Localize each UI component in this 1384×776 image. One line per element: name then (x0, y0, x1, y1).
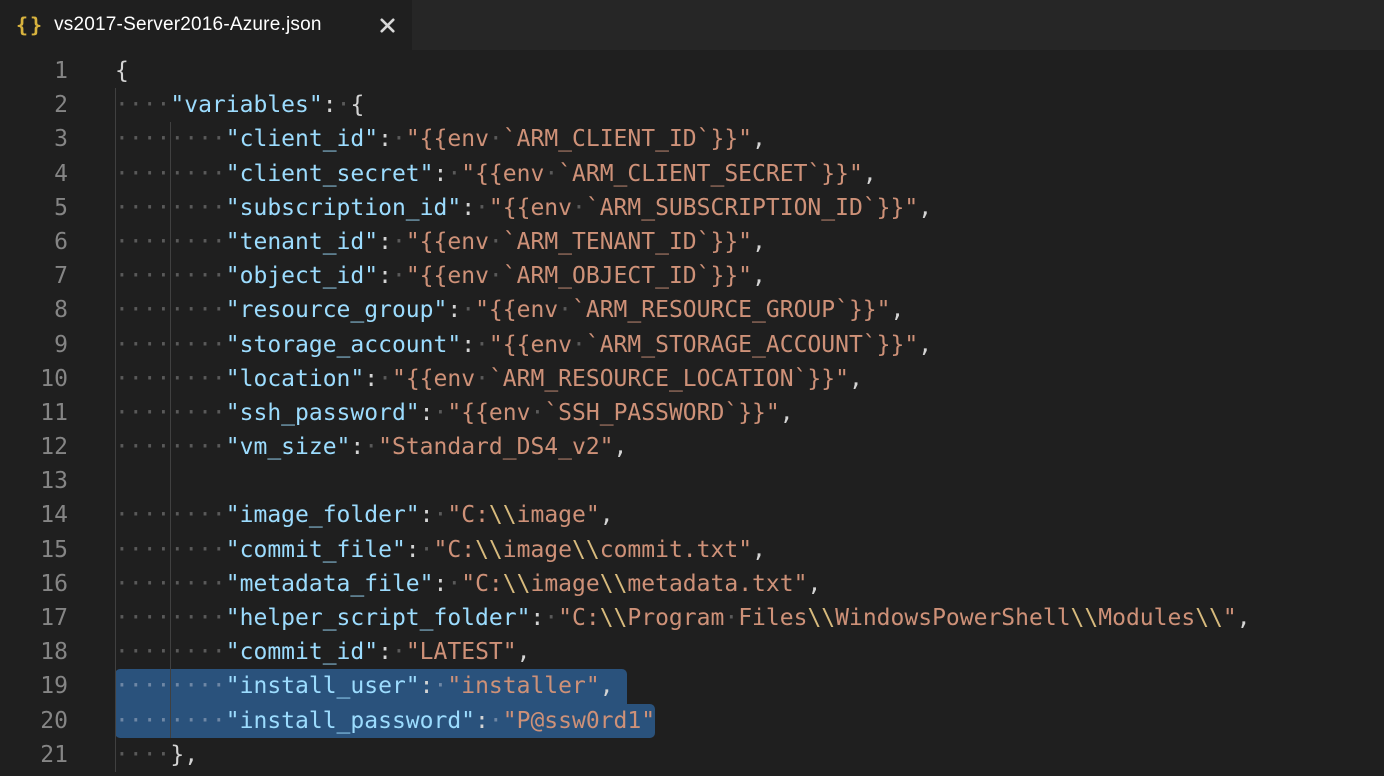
code-text: ········"ssh_password":·"{{env·`SSH_PASS… (68, 396, 794, 430)
editor-tab[interactable]: {} vs2017-Server2016-Azure.json (0, 0, 412, 50)
code-text: ········"helper_script_folder":·"C:\\Pro… (68, 601, 1251, 635)
code-text: ········"object_id":·"{{env·`ARM_OBJECT_… (68, 259, 766, 293)
code-line[interactable]: 10········"location":·"{{env·`ARM_RESOUR… (0, 362, 1384, 396)
code-line[interactable]: 13 (0, 464, 1384, 498)
line-number[interactable]: 9 (0, 328, 68, 362)
tab-close-button[interactable] (372, 10, 402, 40)
line-number[interactable]: 13 (0, 464, 68, 498)
indent-guide (115, 88, 116, 772)
code-text: ········"image_folder":·"C:\\image", (68, 498, 614, 532)
close-icon (379, 17, 396, 34)
code-line[interactable]: 4········"client_secret":·"{{env·`ARM_CL… (0, 157, 1384, 191)
code-text: ········"storage_account":·"{{env·`ARM_S… (68, 328, 932, 362)
code-line[interactable]: 2····"variables":·{ (0, 88, 1384, 122)
vscode-window: {} vs2017-Server2016-Azure.json 1{2····"… (0, 0, 1384, 776)
line-number[interactable]: 21 (0, 738, 68, 772)
code-line[interactable]: 19········"install_user":·"installer", (0, 669, 1384, 703)
code-line[interactable]: 17········"helper_script_folder":·"C:\\P… (0, 601, 1384, 635)
line-number[interactable]: 1 (0, 54, 68, 88)
code-line[interactable]: 6········"tenant_id":·"{{env·`ARM_TENANT… (0, 225, 1384, 259)
code-text (68, 464, 115, 498)
code-lines: 1{2····"variables":·{3········"client_id… (0, 54, 1384, 772)
code-text: ········"commit_id":·"LATEST", (68, 635, 530, 669)
line-number[interactable]: 11 (0, 396, 68, 430)
code-line[interactable]: 12········"vm_size":·"Standard_DS4_v2", (0, 430, 1384, 464)
code-editor[interactable]: 1{2····"variables":·{3········"client_id… (0, 50, 1384, 776)
code-line[interactable]: 16········"metadata_file":·"C:\\image\\m… (0, 567, 1384, 601)
code-text: ········"commit_file":·"C:\\image\\commi… (68, 533, 766, 567)
code-text: ········"resource_group":·"{{env·`ARM_RE… (68, 293, 904, 327)
code-line[interactable]: 5········"subscription_id":·"{{env·`ARM_… (0, 191, 1384, 225)
code-text: ········"subscription_id":·"{{env·`ARM_S… (68, 191, 932, 225)
line-number[interactable]: 12 (0, 430, 68, 464)
code-line[interactable]: 20········"install_password":·"P@ssw0rd1… (0, 704, 1384, 738)
line-number[interactable]: 6 (0, 225, 68, 259)
code-line[interactable]: 7········"object_id":·"{{env·`ARM_OBJECT… (0, 259, 1384, 293)
code-line[interactable]: 21····}, (0, 738, 1384, 772)
tab-filename: vs2017-Server2016-Azure.json (54, 14, 372, 36)
code-text: ········"tenant_id":·"{{env·`ARM_TENANT_… (68, 225, 766, 259)
code-line[interactable]: 14········"image_folder":·"C:\\image", (0, 498, 1384, 532)
code-text: ····}, (68, 738, 198, 772)
tab-bar: {} vs2017-Server2016-Azure.json (0, 0, 1384, 50)
code-line[interactable]: 9········"storage_account":·"{{env·`ARM_… (0, 328, 1384, 362)
code-text: ········"vm_size":·"Standard_DS4_v2", (68, 430, 627, 464)
code-text: { (68, 54, 129, 88)
json-file-icon: {} (16, 13, 44, 37)
line-number[interactable]: 17 (0, 601, 68, 635)
code-line[interactable]: 15········"commit_file":·"C:\\image\\com… (0, 533, 1384, 567)
line-number[interactable]: 3 (0, 122, 68, 156)
code-text: ········"location":·"{{env·`ARM_RESOURCE… (68, 362, 863, 396)
line-number[interactable]: 7 (0, 259, 68, 293)
code-text: ········"install_user":·"installer", (68, 669, 614, 703)
code-text: ········"client_secret":·"{{env·`ARM_CLI… (68, 157, 877, 191)
code-line[interactable]: 8········"resource_group":·"{{env·`ARM_R… (0, 293, 1384, 327)
line-number[interactable]: 8 (0, 293, 68, 327)
line-number[interactable]: 15 (0, 533, 68, 567)
line-number[interactable]: 19 (0, 669, 68, 703)
line-number[interactable]: 5 (0, 191, 68, 225)
code-text: ········"client_id":·"{{env·`ARM_CLIENT_… (68, 122, 766, 156)
code-text: ········"install_password":·"P@ssw0rd1" (68, 704, 655, 738)
code-line[interactable]: 1{ (0, 54, 1384, 88)
line-number[interactable]: 16 (0, 567, 68, 601)
code-text: ········"metadata_file":·"C:\\image\\met… (68, 567, 821, 601)
code-line[interactable]: 11········"ssh_password":·"{{env·`SSH_PA… (0, 396, 1384, 430)
line-number[interactable]: 4 (0, 157, 68, 191)
code-text: ····"variables":·{ (68, 88, 364, 122)
line-number[interactable]: 14 (0, 498, 68, 532)
line-number[interactable]: 2 (0, 88, 68, 122)
code-line[interactable]: 18········"commit_id":·"LATEST", (0, 635, 1384, 669)
line-number[interactable]: 20 (0, 704, 68, 738)
code-line[interactable]: 3········"client_id":·"{{env·`ARM_CLIENT… (0, 122, 1384, 156)
line-number[interactable]: 18 (0, 635, 68, 669)
line-number[interactable]: 10 (0, 362, 68, 396)
